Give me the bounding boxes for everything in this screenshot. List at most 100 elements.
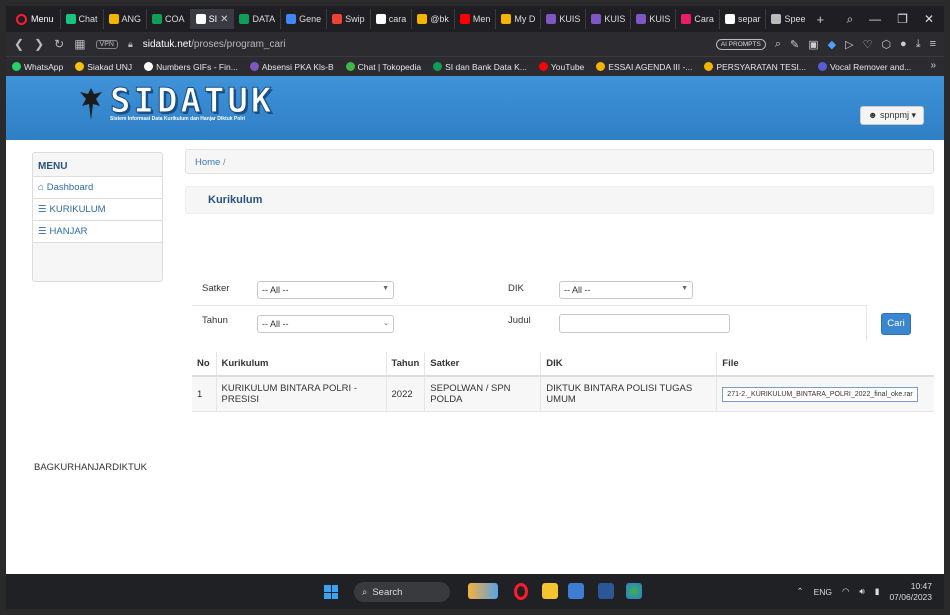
tab-label: KUIS [649,14,671,24]
file-explorer-icon[interactable] [542,583,558,599]
tab-label: Swip [345,14,365,24]
bookmark-item[interactable]: Absensi PKA Kls-B [249,62,334,72]
bookmark-item[interactable]: YouTube [538,62,584,72]
reload-icon[interactable]: ↻ [54,37,64,51]
back-icon[interactable]: ❮ [14,37,24,51]
browser-tab[interactable]: DATA [233,9,280,29]
ai-prompts-button[interactable]: AI PROMPTS [715,38,766,50]
browser-menu-button[interactable]: Menu [10,9,60,29]
cari-search-button[interactable]: Cari [881,313,911,335]
user-menu-button[interactable]: ☻ spnpmj ▾ [859,106,924,125]
bookmark-favicon-icon [345,62,355,71]
browser-tab[interactable]: COA [146,9,190,29]
edit-icon[interactable]: ✎ [790,38,799,51]
section-title: Kurikulum [185,186,934,214]
home-icon: ⌂ [38,182,44,193]
judul-input[interactable] [559,314,730,333]
site-logo[interactable]: SIDATUK Sistem Informasi Data Kurikulum … [78,84,274,122]
judul-label: Judul [508,315,531,326]
tab-favicon-icon [501,14,512,24]
menu-title: MENU [33,153,162,177]
vpn-badge[interactable]: VPN [95,39,118,49]
bookmarks-more-icon[interactable]: » [930,60,936,71]
cell-dik: DIKTUK BINTARA POLISI TUGAS UMUM [540,376,717,412]
browser-tab[interactable]: cara [369,9,412,29]
store-icon[interactable] [568,583,584,599]
windows-start-icon[interactable] [324,585,338,599]
url-field[interactable]: sidatuk.net/proses/program_cari [143,39,286,50]
camera-icon[interactable]: ▣ [808,38,818,51]
clock[interactable]: 10:47 07/06/2023 [889,581,932,603]
tab-close-icon[interactable]: ✕ [220,14,228,25]
close-window-icon[interactable]: ✕ [924,12,934,26]
file-download-link[interactable]: 271-2._KURIKULUM_BINTARA_POLRI_2022_fina… [722,386,918,402]
profile-icon[interactable]: ● [900,38,907,50]
play-icon[interactable]: ▷ [845,38,853,51]
chrome-icon[interactable] [626,583,642,599]
taskbar-search[interactable]: ⌕ Search [354,582,450,602]
tab-label: Cara [694,14,714,24]
tab-favicon-icon [65,14,76,24]
bookmark-label: ESSAI AGENDA III -... [608,61,693,72]
satker-label: Satker [202,283,230,294]
breadcrumb-home-link[interactable]: Home [195,157,220,168]
browser-tab[interactable]: Swip [326,9,370,29]
cell-file: 271-2._KURIKULUM_BINTARA_POLRI_2022_fina… [716,376,934,412]
column-header-no: No [192,352,216,377]
widgets-icon[interactable] [468,583,498,599]
tahun-select[interactable]: -- All -- ⌄ [257,315,394,333]
browser-tab[interactable]: Chat [59,9,103,29]
browser-tab[interactable]: ANG [102,9,147,29]
browser-tab[interactable]: Men [453,9,496,29]
browser-tab[interactable]: Spee [765,9,810,29]
easy-setup-icon[interactable]: ≡ [930,38,936,50]
shield-icon[interactable]: ◆ [828,38,836,51]
bookmark-item[interactable]: Chat | Tokopedia [345,62,421,72]
forward-icon[interactable]: ❯ [34,37,44,51]
word-icon[interactable] [598,583,614,599]
bookmark-item[interactable]: WhatsApp [12,62,63,72]
browser-tab[interactable]: KUIS [585,9,630,29]
restore-icon[interactable]: ❐ [897,12,908,26]
bookmark-item[interactable]: Numbers GIFs - Fin... [144,62,238,72]
download-icon[interactable]: ⤓ [916,38,921,51]
battery-icon[interactable]: ▮ [875,586,880,597]
search-tabs-icon[interactable]: ⌕ [846,12,853,27]
list-icon: ☰ [38,204,47,215]
wifi-icon[interactable]: ◠ [842,586,849,597]
extension-icon[interactable]: ⬡ [881,38,891,51]
search-icon: ⌕ [362,586,368,598]
sidebar-item-dashboard[interactable]: ⌂ Dashboard [33,177,162,199]
grid-icon[interactable]: ▦ [74,37,85,51]
browser-tab[interactable]: separ [718,9,766,29]
tab-favicon-icon [591,14,602,24]
new-tab-button[interactable]: + [810,12,830,27]
browser-tab[interactable]: Cara [675,9,719,29]
browser-tab[interactable]: Gene [280,9,326,29]
system-tray: ⌃ ENG ◠ 🔊︎ ▮ 10:47 07/06/2023 [796,574,932,609]
bookmark-item[interactable]: Siakad UNJ [75,62,132,72]
bookmark-item[interactable]: PERSYARATAN TESI... [704,62,806,72]
satker-select[interactable]: -- All -- ▼ [257,281,394,299]
language-indicator[interactable]: ENG [814,587,832,597]
browser-tab[interactable]: SI ✕ [189,9,234,29]
dik-select[interactable]: -- All -- ▼ [559,281,693,299]
chevron-up-icon[interactable]: ⌃ [796,586,803,597]
search-icon[interactable]: ⌕ [775,38,781,51]
opera-taskbar-icon[interactable] [514,583,528,600]
sidebar-item-hanjar[interactable]: ☰ HANJAR [33,221,162,243]
bookmark-item[interactable]: ESSAI AGENDA III -... [596,62,692,72]
volume-icon[interactable]: 🔊︎ [859,586,864,597]
browser-tab[interactable]: My D [495,9,540,29]
bookmark-item[interactable]: Vocal Remover and... [817,62,911,72]
browser-tab[interactable]: KUIS [540,9,585,29]
browser-tab[interactable]: KUIS [630,9,675,29]
tab-label: ANG [121,14,142,24]
heart-icon[interactable]: ♡ [863,38,873,51]
sidebar-item-kurikulum[interactable]: ☰ KURIKULUM [33,199,162,221]
bookmark-label: PERSYARATAN TESI... [716,61,806,72]
browser-tab[interactable]: @bk [411,9,454,29]
minimize-icon[interactable]: — [869,12,881,26]
lock-icon[interactable]: 🔒︎ [128,39,133,50]
bookmark-item[interactable]: SI dan Bank Data K... [433,62,527,72]
